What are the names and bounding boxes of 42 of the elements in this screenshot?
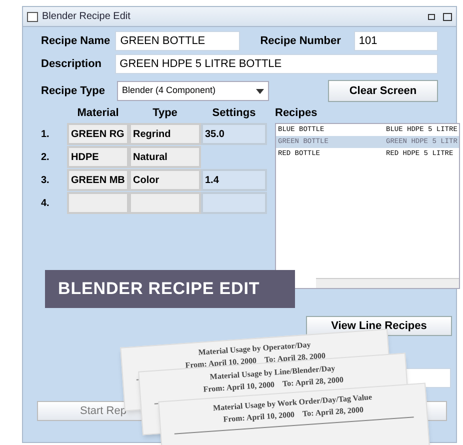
recipes-label: Recipes <box>275 106 318 120</box>
banner: BLENDER RECIPE EDIT <box>45 270 295 308</box>
type-cell[interactable]: Natural <box>129 146 201 168</box>
window-icon <box>27 12 38 22</box>
material-cell[interactable]: GREEN RG <box>67 123 129 145</box>
caret-icon <box>256 88 264 94</box>
field-label: Description <box>41 56 103 72</box>
report-date: To: April 28, 2000 <box>264 351 326 366</box>
settings-cell[interactable] <box>201 192 267 214</box>
row-number: 1. <box>41 128 50 142</box>
report-date: From: April 10, 2000 <box>222 410 295 426</box>
description-field[interactable]: GREEN HDPE 5 LITRE BOTTLE <box>114 54 438 74</box>
maximize-icon[interactable] <box>443 12 452 20</box>
type-cell[interactable] <box>129 192 201 214</box>
column-header: Type <box>152 106 178 120</box>
material-cell[interactable]: HDPE <box>67 146 129 168</box>
material-cell[interactable] <box>67 192 129 214</box>
row-number: 4. <box>41 196 50 210</box>
report-date: From: April 10, 2000 <box>184 355 257 372</box>
settings-cell[interactable]: 35.0 <box>201 123 267 145</box>
type-cell[interactable]: Regrind <box>129 123 201 145</box>
view-line-recipes-button[interactable]: View Line Recipes <box>306 316 452 336</box>
field-label: Recipe Type <box>41 84 106 99</box>
clear-screen-button[interactable]: Clear Screen <box>328 80 438 102</box>
type-cell[interactable]: Color <box>129 169 201 191</box>
report-date: From: April 10, 2000 <box>202 380 275 396</box>
material-cell[interactable]: GREEN MB <box>67 169 129 191</box>
window-title: Blender Recipe Edit <box>42 10 130 24</box>
horizontal-scrollbar[interactable] <box>316 278 460 288</box>
column-header: Material <box>77 106 119 120</box>
column-header: Settings <box>212 106 256 120</box>
report-date: To: April 28, 2000 <box>282 375 344 390</box>
report-date: To: April 28, 2000 <box>302 404 364 420</box>
recipe-name-field[interactable]: GREEN BOTTLE <box>115 31 240 51</box>
field-label: Recipe Name <box>41 34 112 49</box>
settings-cell[interactable]: 1.4 <box>201 169 267 191</box>
field-label: Recipe Number <box>260 34 342 49</box>
row-number: 2. <box>41 150 50 164</box>
row-number: 3. <box>41 174 50 188</box>
minimize-icon[interactable] <box>428 14 435 20</box>
recipe-type-dropdown[interactable]: Blender (4 Component) <box>117 81 269 101</box>
recipe-number-field[interactable]: 101 <box>354 31 438 51</box>
